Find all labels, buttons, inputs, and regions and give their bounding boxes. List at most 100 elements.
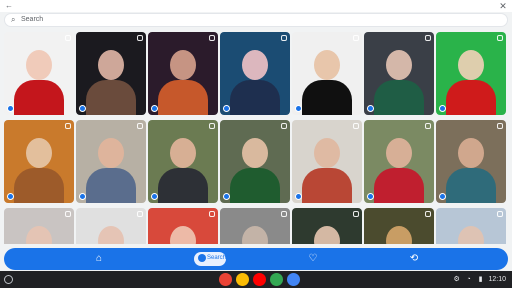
select-icon[interactable]	[137, 211, 143, 217]
favorites-button[interactable]: ♡	[304, 250, 322, 268]
camera-icon[interactable]	[223, 193, 230, 200]
search-placeholder: Search	[21, 16, 44, 23]
system-taskbar: ⚙ ◔ ▮ 12:10	[0, 271, 512, 288]
select-icon[interactable]	[425, 123, 431, 129]
portrait-body	[302, 168, 352, 203]
image-tile[interactable]	[292, 208, 362, 244]
portrait-face	[98, 226, 124, 244]
portrait-body	[14, 80, 64, 115]
image-tile[interactable]	[220, 32, 290, 115]
portrait-body	[446, 168, 496, 203]
select-icon[interactable]	[209, 123, 215, 129]
select-icon[interactable]	[65, 35, 71, 41]
image-tile[interactable]	[76, 120, 146, 203]
home-button[interactable]: ⌂	[90, 250, 108, 268]
image-tile[interactable]	[436, 120, 506, 203]
portrait-body	[446, 80, 496, 115]
image-tile[interactable]	[436, 32, 506, 115]
select-icon[interactable]	[281, 35, 287, 41]
portrait-body	[158, 168, 208, 203]
search-tab[interactable]: Search	[194, 252, 226, 266]
heart-icon: ♡	[308, 253, 318, 264]
gmail-icon[interactable]	[219, 273, 232, 286]
select-icon[interactable]	[353, 123, 359, 129]
image-tile[interactable]	[292, 32, 362, 115]
image-tile[interactable]	[4, 208, 74, 244]
search-icon	[198, 254, 206, 262]
portrait-face	[314, 50, 340, 80]
camera-icon[interactable]	[439, 105, 446, 112]
image-tile[interactable]	[364, 120, 434, 203]
camera-icon[interactable]	[151, 105, 158, 112]
camera-icon[interactable]	[7, 105, 14, 112]
portrait-face	[26, 226, 52, 244]
portrait-face	[458, 226, 484, 244]
camera-icon[interactable]	[295, 193, 302, 200]
select-icon[interactable]	[137, 123, 143, 129]
select-icon[interactable]	[281, 211, 287, 217]
portrait-face	[242, 138, 268, 168]
portrait-body	[374, 168, 424, 203]
camera-icon[interactable]	[7, 193, 14, 200]
camera-icon[interactable]	[79, 193, 86, 200]
search-icon: ⌕	[11, 15, 16, 24]
select-icon[interactable]	[497, 35, 503, 41]
back-icon[interactable]: ←	[5, 2, 13, 10]
image-tile[interactable]	[76, 208, 146, 244]
camera-icon[interactable]	[439, 193, 446, 200]
portrait-body	[374, 80, 424, 115]
chrome-icon[interactable]	[236, 273, 249, 286]
select-icon[interactable]	[497, 211, 503, 217]
time: 12:10	[488, 276, 506, 283]
camera-icon[interactable]	[151, 193, 158, 200]
select-icon[interactable]	[353, 211, 359, 217]
portrait-face	[386, 138, 412, 168]
camera-icon[interactable]	[79, 105, 86, 112]
select-icon[interactable]	[425, 35, 431, 41]
image-tile[interactable]	[76, 32, 146, 115]
select-icon[interactable]	[281, 123, 287, 129]
image-tile[interactable]	[148, 120, 218, 203]
portrait-face	[170, 138, 196, 168]
image-tile[interactable]	[4, 32, 74, 115]
image-tile[interactable]	[436, 208, 506, 244]
youtube-icon[interactable]	[253, 273, 266, 286]
image-tile[interactable]	[220, 208, 290, 244]
camera-icon[interactable]	[295, 105, 302, 112]
launcher-button[interactable]	[4, 275, 13, 284]
select-icon[interactable]	[209, 211, 215, 217]
select-icon[interactable]	[497, 123, 503, 129]
select-icon[interactable]	[353, 35, 359, 41]
history-button[interactable]: ⟲	[405, 250, 423, 268]
camera-icon[interactable]	[367, 193, 374, 200]
close-icon[interactable]: ✕	[498, 1, 508, 11]
image-tile[interactable]	[4, 120, 74, 203]
image-tile[interactable]	[148, 32, 218, 115]
app-icon[interactable]	[287, 273, 300, 286]
select-icon[interactable]	[425, 211, 431, 217]
status-area[interactable]: ⚙ ◔ ▮ 12:10	[453, 274, 506, 285]
settings-icon: ⚙	[453, 276, 460, 283]
portrait-body	[86, 80, 136, 115]
camera-icon[interactable]	[223, 105, 230, 112]
portrait-face	[170, 226, 196, 244]
image-tile[interactable]	[220, 120, 290, 203]
camera-icon[interactable]	[367, 105, 374, 112]
image-tile[interactable]	[364, 208, 434, 244]
portrait-body	[86, 168, 136, 203]
title-bar: ← ✕	[0, 0, 512, 12]
bottom-navigation: ⌂ Search ♡ ⟲	[4, 248, 508, 270]
select-icon[interactable]	[209, 35, 215, 41]
image-tile[interactable]	[148, 208, 218, 244]
portrait-face	[26, 138, 52, 168]
wifi-icon: ◔	[466, 276, 471, 283]
select-icon[interactable]	[137, 35, 143, 41]
select-icon[interactable]	[65, 123, 71, 129]
image-tile[interactable]	[292, 120, 362, 203]
image-tile[interactable]	[364, 32, 434, 115]
select-icon[interactable]	[65, 211, 71, 217]
portrait-face	[386, 50, 412, 80]
portrait-face	[314, 138, 340, 168]
search-bar[interactable]: ⌕ Search	[4, 13, 508, 27]
play-store-icon[interactable]	[270, 273, 283, 286]
